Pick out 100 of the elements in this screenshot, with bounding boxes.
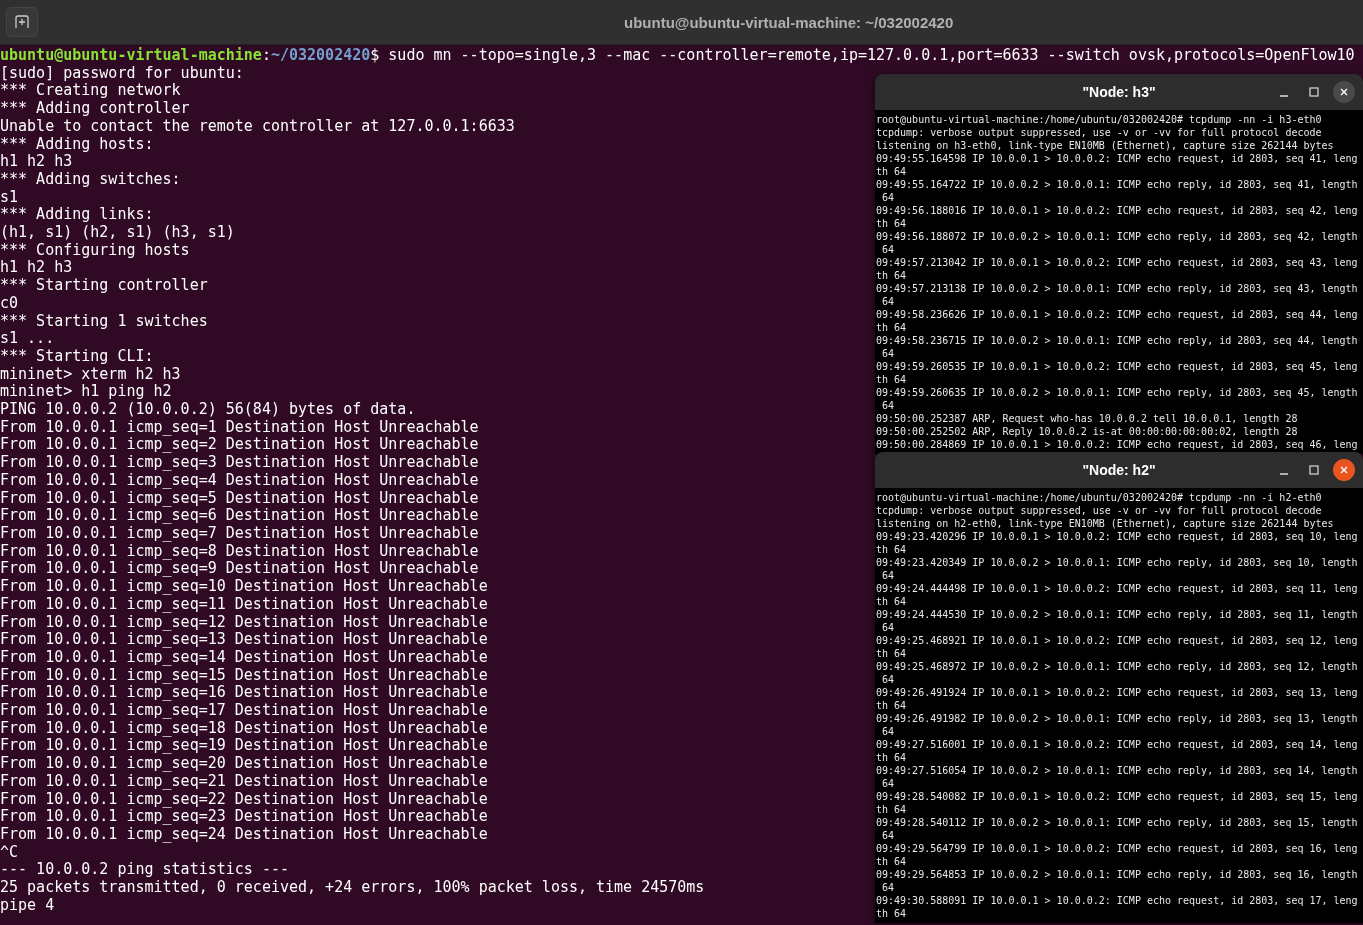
command-line: ubuntu@ubuntu-virtual-machine:~/032002420$ sudo mn --topo=single,3 --mac --controller=remote,ip=127.0.0.1,port=6633 --switch ovsk,protocols=OpenFlow10 <box>0 47 1355 65</box>
terminal-line: tcpdump: verbose output suppressed, use -v or -vv for full protocol decode <box>876 126 1322 139</box>
terminal-line: listening on h2-eth0, link-type EN10MB (Ethernet), capture size 262144 bytes <box>876 517 1334 530</box>
terminal-line: From 10.0.0.1 icmp_seq=22 Destination Host Unreachable <box>0 790 488 809</box>
terminal-line: *** Creating network <box>0 82 181 101</box>
terminal-line: *** Starting 1 switches <box>0 312 208 331</box>
window-title: "Node: h3" <box>1082 84 1156 100</box>
terminal-line: th 64 <box>876 543 907 556</box>
terminal-line: th 64 <box>876 803 907 816</box>
terminal-line: 64 <box>881 191 895 204</box>
terminal-line: 64 <box>881 569 895 582</box>
terminal-line: mininet> xterm h2 h3 <box>0 365 181 384</box>
terminal-line: From 10.0.0.1 icmp_seq=24 Destination Host Unreachable <box>0 825 488 844</box>
terminal-line: From 10.0.0.1 icmp_seq=2 Destination Host Unreachable <box>0 436 479 455</box>
terminal-line: From 10.0.0.1 icmp_seq=13 Destination Host Unreachable <box>0 631 488 649</box>
terminal-line: th 64 <box>876 751 907 764</box>
terminal-line: 09:49:57.213138 IP 10.0.0.2 > 10.0.0.1: ICMP echo reply, id 2803, seq 43, length <box>876 282 1358 295</box>
terminal-line: 09:49:28.540082 IP 10.0.0.1 > 10.0.0.2: ICMP echo request, id 2803, seq 15, leng <box>876 790 1358 803</box>
minimize-icon <box>1280 95 1288 97</box>
terminal-line: From 10.0.0.1 icmp_seq=7 Destination Host Unreachable <box>0 525 479 543</box>
terminal-line: 64 <box>881 829 895 842</box>
terminal-line: From 10.0.0.1 icmp_seq=1 Destination Host Unreachable <box>0 418 479 437</box>
terminal-line: From 10.0.0.1 icmp_seq=23 Destination Host Unreachable <box>0 808 488 826</box>
terminal-line: th 64 <box>876 373 907 386</box>
terminal-line: 25 packets transmitted, 0 received, +24 errors, 100% packet loss, time 24570ms <box>0 879 705 897</box>
terminal-line: th 64 <box>876 647 907 660</box>
maximize-icon <box>1309 465 1319 475</box>
close-button[interactable] <box>1333 459 1355 481</box>
terminal-line: ^C <box>0 843 19 862</box>
terminal-line: 09:49:56.188072 IP 10.0.0.2 > 10.0.0.1: ICMP echo reply, id 2803, seq 42, length <box>876 230 1358 243</box>
terminal-line: h1 h2 h3 <box>0 259 73 278</box>
terminal-line: 09:49:30.588091 IP 10.0.0.1 > 10.0.0.2: ICMP echo request, id 2803, seq 17, leng <box>876 894 1358 907</box>
terminal-line: 09:49:27.516001 IP 10.0.0.1 > 10.0.0.2: ICMP echo request, id 2803, seq 14, leng <box>876 738 1358 751</box>
terminal-line: 64 <box>881 399 895 412</box>
terminal-line: root@ubuntu-virtual-machine:/home/ubuntu/032002420# tcpdump -nn -i h3-eth0 <box>876 113 1322 126</box>
terminal-line: 64 <box>881 673 895 686</box>
terminal-line: 09:49:55.164722 IP 10.0.0.2 > 10.0.0.1: ICMP echo reply, id 2803, seq 41, length <box>876 178 1358 191</box>
terminal-line: 64 <box>881 725 895 738</box>
terminal-line: From 10.0.0.1 icmp_seq=3 Destination Host Unreachable <box>0 454 479 472</box>
terminal-line: 09:49:58.236715 IP 10.0.0.2 > 10.0.0.1: ICMP echo reply, id 2803, seq 44, length <box>876 334 1358 347</box>
terminal-line: *** Adding links: <box>0 206 154 225</box>
terminal-line: From 10.0.0.1 icmp_seq=6 Destination Host Unreachable <box>0 507 479 525</box>
window-title: ubuntu@ubuntu-virtual-machine: ~/032002420 <box>624 13 954 31</box>
terminal-line: 09:49:25.468921 IP 10.0.0.1 > 10.0.0.2: ICMP echo request, id 2803, seq 12, leng <box>876 634 1358 647</box>
terminal-line: From 10.0.0.1 icmp_seq=10 Destination Host Unreachable <box>0 578 488 596</box>
terminal-line: *** Starting CLI: <box>0 347 154 366</box>
terminal-line: c0 <box>0 294 19 313</box>
terminal-line: From 10.0.0.1 icmp_seq=20 Destination Host Unreachable <box>0 755 488 773</box>
window-title: "Node: h2" <box>1082 462 1156 478</box>
terminal-line: 64 <box>881 347 895 360</box>
terminal-line: From 10.0.0.1 icmp_seq=14 Destination Host Unreachable <box>0 648 488 667</box>
terminal-line: 09:49:59.260635 IP 10.0.0.2 > 10.0.0.1: ICMP echo reply, id 2803, seq 45, length <box>876 386 1358 399</box>
terminal-line: 09:49:55.164598 IP 10.0.0.1 > 10.0.0.2: ICMP echo request, id 2803, seq 41, leng <box>876 152 1358 165</box>
terminal-line: 09:50:00.252387 ARP, Request who-has 10.0.0.2 tell 10.0.0.1, length 28 <box>876 412 1298 425</box>
terminal-line: *** Adding hosts: <box>0 135 154 154</box>
close-icon <box>1339 87 1349 97</box>
terminal-line: 64 <box>881 295 895 308</box>
terminal-line: *** Starting controller <box>0 277 208 295</box>
terminal-line: th 64 <box>876 321 907 334</box>
terminal-line: (h1, s1) (h2, s1) (h3, s1) <box>0 224 235 242</box>
terminal-line: 09:49:29.564799 IP 10.0.0.1 > 10.0.0.2: ICMP echo request, id 2803, seq 16, leng <box>876 842 1358 855</box>
maximize-icon <box>1309 87 1319 97</box>
terminal-line: 09:49:27.516054 IP 10.0.0.2 > 10.0.0.1: ICMP echo reply, id 2803, seq 14, length <box>876 764 1358 777</box>
new-tab-icon <box>15 15 29 29</box>
terminal-line: s1 <box>0 188 19 207</box>
terminal-line: From 10.0.0.1 icmp_seq=19 Destination Host Unreachable <box>0 737 488 756</box>
terminal-line: From 10.0.0.1 icmp_seq=5 Destination Host Unreachable <box>0 489 479 508</box>
terminal-line: From 10.0.0.1 icmp_seq=21 Destination Host Unreachable <box>0 772 488 791</box>
terminal-line: th 64 <box>876 217 907 230</box>
terminal-line: th 64 <box>876 699 907 712</box>
terminal-line: 64 <box>881 777 895 790</box>
terminal-line: h1 h2 h3 <box>0 153 73 171</box>
terminal-line: 09:49:24.444498 IP 10.0.0.1 > 10.0.0.2: ICMP echo request, id 2803, seq 11, leng <box>876 582 1358 595</box>
terminal-line: Unable to contact the remote controller at 127.0.0.1:6633 <box>0 117 515 136</box>
terminal-line: From 10.0.0.1 icmp_seq=15 Destination Host Unreachable <box>0 666 488 685</box>
terminal-line: [sudo] password for ubuntu: <box>0 64 244 83</box>
terminal-line: *** Adding switches: <box>0 170 181 189</box>
terminal-line: From 10.0.0.1 icmp_seq=9 Destination Host Unreachable <box>0 560 479 579</box>
terminal-line: From 10.0.0.1 icmp_seq=8 Destination Host Unreachable <box>0 542 479 561</box>
terminal-line: th 64 <box>876 269 907 282</box>
terminal-line: 09:49:25.468972 IP 10.0.0.2 > 10.0.0.1: ICMP echo reply, id 2803, seq 12, length <box>876 660 1358 673</box>
terminal-line: mininet> h1 ping h2 <box>0 383 172 402</box>
terminal-line: From 10.0.0.1 icmp_seq=18 Destination Host Unreachable <box>0 719 488 738</box>
terminal-line: th 64 <box>876 855 907 868</box>
new-tab-button[interactable] <box>6 7 38 37</box>
terminal-line: 09:49:29.564853 IP 10.0.0.2 > 10.0.0.1: ICMP echo reply, id 2803, seq 16, length <box>876 868 1358 881</box>
terminal-line: PING 10.0.0.2 (10.0.0.2) 56(84) bytes of data. <box>0 401 416 419</box>
terminal-line: 09:49:57.213042 IP 10.0.0.1 > 10.0.0.2: ICMP echo request, id 2803, seq 43, leng <box>876 256 1358 269</box>
close-icon <box>1339 465 1349 475</box>
terminal-line: tcpdump: verbose output suppressed, use -v or -vv for full protocol decode <box>876 504 1322 517</box>
terminal-line: th 64 <box>876 595 907 608</box>
terminal-line: From 10.0.0.1 icmp_seq=4 Destination Host Unreachable <box>0 471 479 490</box>
terminal-line: th 64 <box>876 165 907 178</box>
terminal-line: 09:49:56.188016 IP 10.0.0.1 > 10.0.0.2: ICMP echo request, id 2803, seq 42, leng <box>876 204 1358 217</box>
terminal-line: --- 10.0.0.2 ping statistics --- <box>0 861 289 880</box>
minimize-icon <box>1280 473 1288 475</box>
terminal-line: 09:49:26.491924 IP 10.0.0.1 > 10.0.0.2: ICMP echo request, id 2803, seq 13, leng <box>876 686 1358 699</box>
terminal-line: th 64 <box>876 907 907 920</box>
terminal-line: 09:49:58.236626 IP 10.0.0.1 > 10.0.0.2: ICMP echo request, id 2803, seq 44, leng <box>876 308 1358 321</box>
close-button[interactable] <box>1333 81 1355 103</box>
